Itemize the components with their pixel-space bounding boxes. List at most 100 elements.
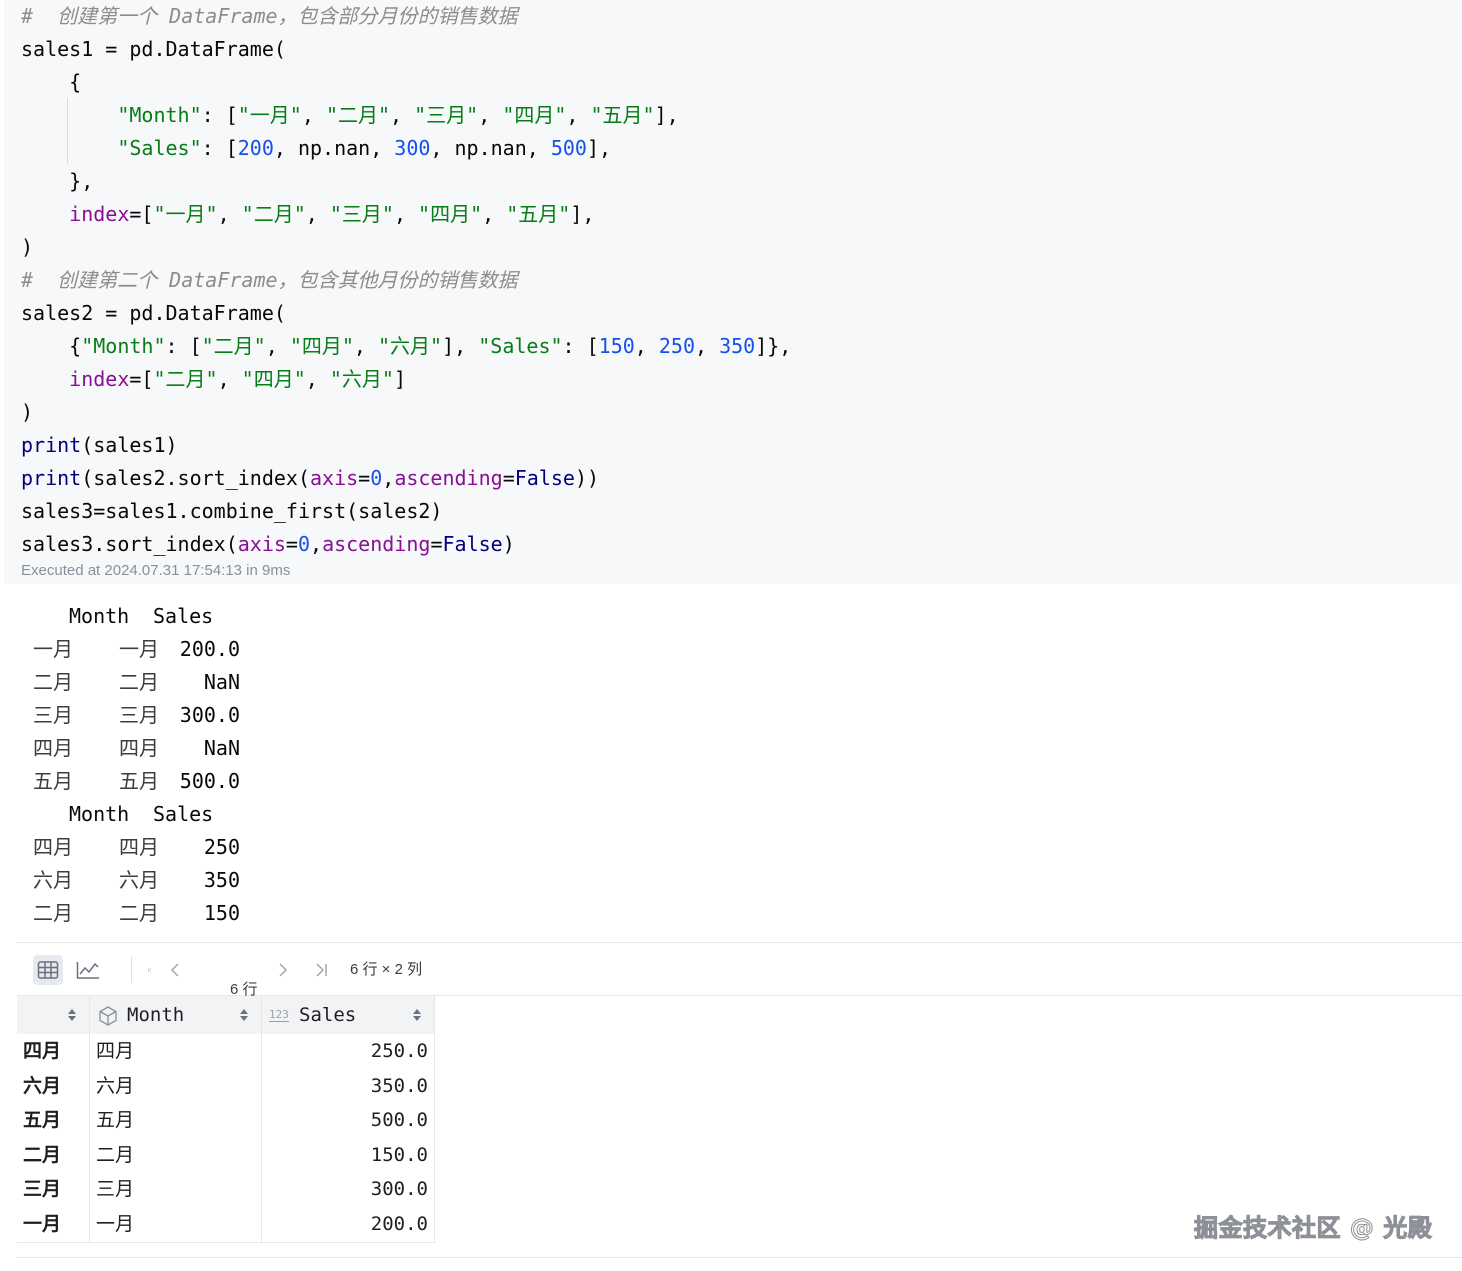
output-row-index: 四月: [33, 835, 73, 859]
code-token-plain: ,: [217, 367, 242, 391]
code-token-plain: ],: [586, 136, 612, 160]
code-token-plain: ],: [654, 103, 679, 127]
row-index: 一月: [23, 1212, 62, 1235]
sort-icon[interactable]: [239, 1007, 249, 1023]
code-token-plain: ,: [353, 334, 379, 358]
code-token-kw: index: [69, 202, 130, 226]
code-line[interactable]: # 创建第一个 DataFrame，包含部分月份的销售数据: [21, 2, 518, 30]
output-row-sales: 350: [203, 868, 240, 892]
code-token-kw: ascending: [322, 532, 431, 556]
cell-sales[interactable]: 350.0: [371, 1069, 428, 1103]
table-view-button[interactable]: [33, 955, 63, 985]
output-row-index: 四月: [33, 736, 73, 760]
code-token-string: "四月": [418, 202, 483, 226]
next-page-button[interactable]: [268, 955, 298, 985]
output-row: 五月 五月 500.0: [0, 765, 300, 797]
code-token-plain: ,: [217, 202, 242, 226]
code-line[interactable]: index=["一月", "二月", "三月", "四月", "五月"],: [21, 200, 594, 228]
output-row-month: 二月: [119, 901, 159, 925]
output-row-month: 三月: [119, 703, 159, 727]
code-line[interactable]: },: [21, 167, 93, 195]
code-line[interactable]: "Month": ["一月", "二月", "三月", "四月", "五月"],: [21, 101, 679, 129]
output-row: 四月 四月 250: [0, 831, 300, 863]
code-token-plain: ,: [390, 103, 415, 127]
first-page-button[interactable]: [123, 955, 153, 985]
output-column-sales: Sales: [153, 802, 214, 826]
code-cell[interactable]: # 创建第一个 DataFrame，包含部分月份的销售数据 sales1 = pd…: [4, 0, 1462, 584]
code-token-plain: ,: [695, 334, 720, 358]
chart-view-button[interactable]: [73, 955, 103, 985]
code-line[interactable]: sales3=sales1.combine_first(sales2): [21, 497, 442, 525]
code-token-plain: (sales1): [81, 433, 178, 457]
cell-sales[interactable]: 150.0: [371, 1138, 428, 1172]
code-token-builtin: print: [21, 466, 82, 490]
output-row: 六月 六月 350: [0, 864, 300, 896]
cell-month[interactable]: 五月: [96, 1103, 134, 1137]
output-row-index: 二月: [33, 670, 73, 694]
code-token-plain: ,: [305, 367, 330, 391]
previous-page-button[interactable]: [160, 955, 190, 985]
output-row-sales: NaN: [203, 670, 240, 694]
sort-icon[interactable]: [67, 1007, 77, 1023]
cell-sales[interactable]: 500.0: [371, 1103, 428, 1137]
code-token-plain: ): [21, 235, 34, 259]
code-line[interactable]: print(sales2.sort_index(axis=0,ascending…: [21, 464, 599, 492]
code-line[interactable]: sales3.sort_index(axis=0,ascending=False…: [21, 530, 515, 558]
column-header-month[interactable]: Month: [127, 996, 184, 1034]
code-token-number: 250: [658, 334, 695, 358]
table-row[interactable]: 四月 四月 250.0: [17, 1034, 434, 1068]
code-line[interactable]: # 创建第二个 DataFrame，包含其他月份的销售数据: [21, 266, 518, 294]
code-line[interactable]: ): [21, 233, 33, 261]
row-index: 六月: [23, 1074, 62, 1097]
code-token-plain: , np.nan,: [273, 136, 395, 160]
cell-sales[interactable]: 250.0: [371, 1034, 428, 1068]
table-row[interactable]: 一月 一月 200.0: [17, 1207, 434, 1241]
output-row-index: 六月: [33, 868, 73, 892]
row-index: 二月: [23, 1143, 62, 1166]
code-line[interactable]: sales2 = pd.DataFrame(: [21, 299, 286, 327]
code-line[interactable]: "Sales": [200, np.nan, 300, np.nan, 500]…: [21, 134, 611, 162]
code-token-number: 200: [237, 136, 274, 160]
column-header-sales[interactable]: Sales: [299, 996, 356, 1034]
cell-month[interactable]: 三月: [96, 1172, 134, 1206]
cell-month[interactable]: 四月: [96, 1034, 134, 1068]
code-line[interactable]: print(sales1): [21, 431, 178, 459]
code-token-plain: ,: [305, 202, 330, 226]
code-token-string: "Sales": [117, 136, 202, 160]
output-row-sales: NaN: [203, 736, 240, 760]
code-token-string: "二月": [153, 367, 218, 391]
code-token-plain: sales2 = pd.DataFrame(: [21, 301, 286, 325]
table-row[interactable]: 五月 五月 500.0: [17, 1103, 434, 1137]
last-page-button[interactable]: [306, 955, 336, 985]
cell-sales[interactable]: 200.0: [371, 1207, 428, 1241]
table-row[interactable]: 三月 三月 300.0: [17, 1172, 434, 1206]
output-row-month: 四月: [119, 835, 159, 859]
table-row[interactable]: 六月 六月 350.0: [17, 1069, 434, 1103]
code-line[interactable]: index=["二月", "四月", "六月"]: [21, 365, 406, 393]
code-line[interactable]: sales1 = pd.DataFrame(: [21, 35, 286, 63]
cell-month[interactable]: 一月: [96, 1207, 134, 1241]
code-token-comment: # 创建第一个 DataFrame，包含部分月份的销售数据: [21, 4, 518, 28]
code-token-plain: ,: [265, 334, 290, 358]
code-token-string: "四月": [241, 367, 306, 391]
cell-sales[interactable]: 300.0: [371, 1172, 428, 1206]
code-token-string: "四月": [289, 334, 354, 358]
code-token-string: "一月": [237, 103, 302, 127]
table-row[interactable]: 二月 二月 150.0: [17, 1138, 434, 1172]
code-token-plain: ,: [482, 202, 507, 226]
cell-month[interactable]: 二月: [96, 1138, 134, 1172]
sort-icon[interactable]: [412, 1007, 422, 1023]
code-line[interactable]: {: [21, 68, 81, 96]
output-row-month: 一月: [119, 637, 159, 661]
output-header: Month Sales: [0, 798, 300, 830]
grid-body: 四月 四月 250.0 六月 六月 350.0 五月 五月 500.0 二月 二月 150.0 三月 三月…: [17, 1034, 435, 1243]
dataframe-grid: Month 123 Sales 四月 四月 250.0 六月 六月 350.0 五月 五月 50…: [17, 996, 435, 1243]
output-row-sales: 250: [203, 835, 240, 859]
code-line[interactable]: ): [21, 398, 33, 426]
cell-month[interactable]: 六月: [96, 1069, 134, 1103]
output-row: 三月 三月 300.0: [0, 699, 300, 731]
code-token-string: "Sales": [478, 334, 563, 358]
code-line[interactable]: {"Month": ["二月", "四月", "六月"], "Sales": […: [21, 332, 791, 360]
